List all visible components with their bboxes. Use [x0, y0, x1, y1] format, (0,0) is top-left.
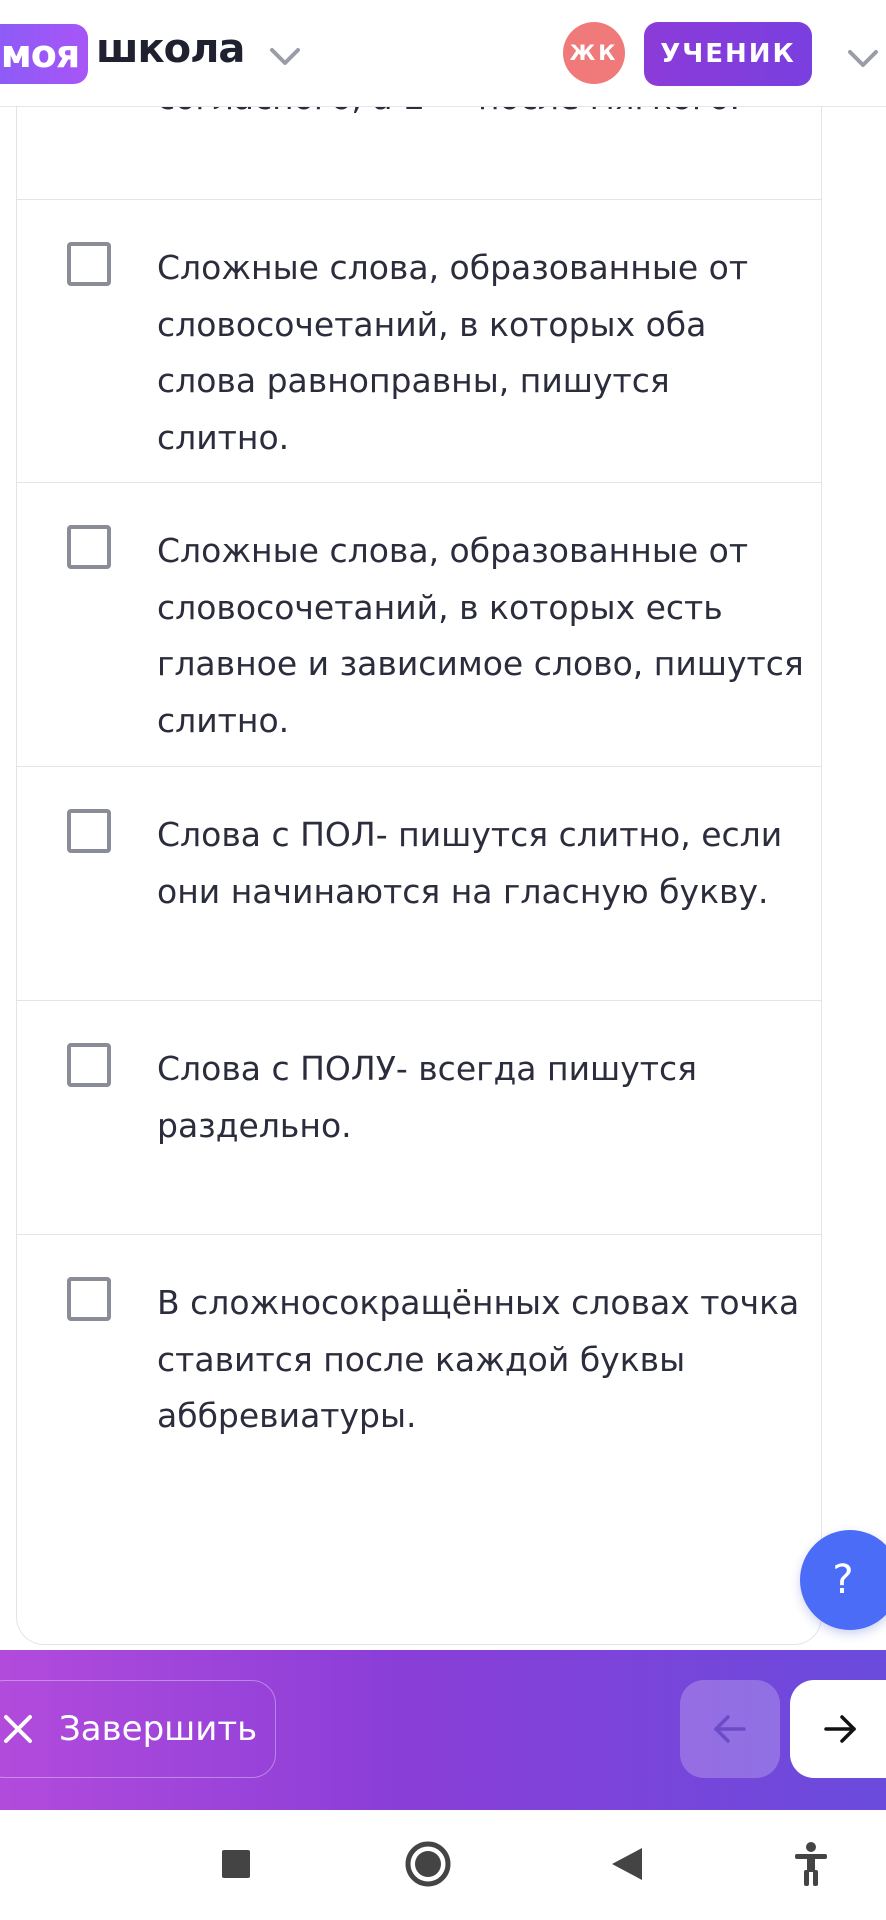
action-bar: Завершить — [0, 1650, 886, 1810]
chevron-down-icon[interactable] — [268, 44, 302, 68]
logo-badge[interactable]: моя — [0, 24, 88, 84]
prev-button[interactable] — [680, 1680, 780, 1778]
app-header: моя школа ЖК УЧЕНИК — [0, 0, 886, 107]
option-checkbox[interactable] — [67, 525, 111, 569]
role-badge[interactable]: УЧЕНИК — [644, 22, 812, 86]
options-card: согласного, а Ё — после мягкого. Сложные… — [16, 0, 822, 1645]
option-item[interactable]: Слова с ПОЛ- пишутся слитно, если они на… — [17, 766, 821, 1000]
back-triangle-icon[interactable] — [598, 1834, 658, 1894]
next-button[interactable] — [790, 1680, 886, 1778]
chevron-down-icon[interactable] — [846, 46, 880, 70]
home-circle-icon[interactable] — [398, 1834, 458, 1894]
system-nav-bar — [0, 1810, 886, 1920]
avatar[interactable]: ЖК — [563, 22, 625, 84]
option-text: Сложные слова, образованные от словосоче… — [157, 248, 749, 457]
option-checkbox[interactable] — [67, 242, 111, 286]
option-text: В сложносокращённых словах точка ставитс… — [157, 1283, 800, 1435]
finish-label: Завершить — [59, 1709, 258, 1749]
option-checkbox[interactable] — [67, 1043, 111, 1087]
option-item[interactable]: В сложносокращённых словах точка ставитс… — [17, 1234, 821, 1504]
option-text: Слова с ПОЛУ- всегда пишутся раздельно. — [157, 1049, 697, 1145]
arrow-right-icon — [824, 1715, 856, 1743]
option-text: Слова с ПОЛ- пишутся слитно, если они на… — [157, 815, 783, 911]
option-checkbox[interactable] — [67, 809, 111, 853]
accessibility-icon[interactable] — [781, 1834, 841, 1894]
option-item[interactable]: Слова с ПОЛУ- всегда пишутся раздельно. — [17, 1000, 821, 1234]
option-text: Сложные слова, образованные от словосоче… — [157, 531, 804, 740]
recents-square-icon[interactable] — [206, 1834, 266, 1894]
close-icon — [4, 1715, 32, 1743]
arrow-left-icon — [714, 1715, 746, 1743]
option-item[interactable]: Сложные слова, образованные от словосоче… — [17, 482, 821, 766]
option-checkbox[interactable] — [67, 1277, 111, 1321]
finish-button[interactable]: Завершить — [0, 1680, 276, 1778]
option-item[interactable]: Сложные слова, образованные от словосоче… — [17, 199, 821, 482]
logo-text[interactable]: школа — [96, 26, 245, 72]
